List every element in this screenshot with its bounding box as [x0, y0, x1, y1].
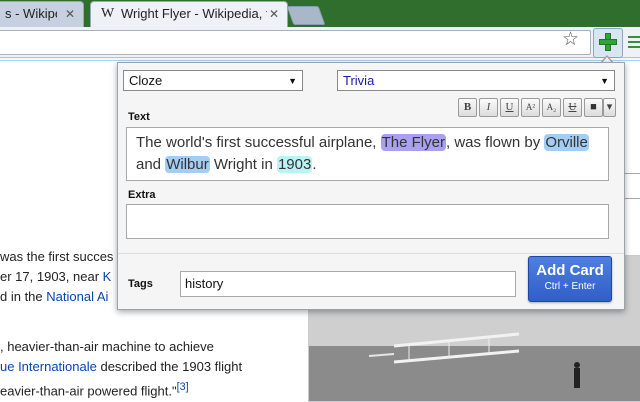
menu-icon[interactable]	[628, 36, 640, 51]
article-line: ue Internationale described the 1903 fli…	[0, 359, 243, 374]
add-card-shortcut: Ctrl + Enter	[544, 281, 596, 292]
tab-wright-flyer[interactable]: W Wright Flyer - Wikipedia, t ✕	[90, 1, 288, 28]
article-link[interactable]: National Ai	[46, 289, 108, 304]
cloze-highlight: The Flyer	[380, 134, 446, 151]
article-line: er 17, 1903, near K	[0, 269, 112, 284]
tab-strip: s - Wikiped ✕ W Wright Flyer - Wikipedia…	[0, 0, 640, 28]
tags-input[interactable]: history	[180, 271, 516, 297]
text-field[interactable]: The world's first successful airplane, T…	[126, 127, 609, 181]
anki-extension-button[interactable]	[593, 28, 623, 58]
article-line: d in the National Ai	[0, 289, 109, 304]
add-card-button[interactable]: Add Card Ctrl + Enter	[528, 256, 612, 302]
article-link[interactable]: K	[103, 269, 112, 284]
note-type-select[interactable]: Cloze ▼	[123, 70, 303, 91]
divider	[118, 253, 624, 254]
underline-button[interactable]: U	[500, 98, 519, 117]
extra-field-label: Extra	[128, 189, 156, 201]
italic-button[interactable]: I	[479, 98, 498, 117]
chevron-down-icon: ▼	[600, 76, 609, 86]
article-link[interactable]: ue Internationale	[0, 359, 97, 374]
close-icon[interactable]: ✕	[65, 2, 75, 26]
bold-button[interactable]: B	[458, 98, 477, 117]
cloze-highlight: 1903	[276, 156, 313, 173]
wikipedia-favicon-icon: W	[101, 6, 115, 21]
plus-icon	[599, 33, 617, 51]
article-line: was the first succes	[0, 249, 114, 264]
tags-label: Tags	[128, 278, 153, 290]
subscript-button[interactable]: A₂	[542, 98, 561, 117]
clear-format-button[interactable]: U	[563, 98, 582, 117]
article-line: eavier-than-air powered flight."[3]	[0, 381, 189, 399]
text-color-button[interactable]: ■	[584, 98, 603, 117]
deck-value: Trivia	[343, 73, 375, 88]
new-tab-icon[interactable]	[286, 6, 326, 25]
tab-title: s - Wikiped	[5, 6, 57, 21]
add-card-label: Add Card	[536, 262, 604, 279]
close-icon[interactable]: ✕	[269, 2, 279, 26]
anki-add-card-popup: Cloze ▼ Trivia ▼ Text B I U A² A₂ U ■ ▾ …	[117, 62, 625, 310]
note-type-value: Cloze	[129, 73, 163, 88]
superscript-button[interactable]: A²	[521, 98, 540, 117]
cloze-highlight: Orville	[544, 134, 589, 151]
address-bar[interactable]	[0, 30, 591, 55]
cloze-highlight: Wilbur	[165, 156, 210, 173]
chevron-down-icon[interactable]: ▾	[603, 98, 616, 117]
deck-select[interactable]: Trivia ▼	[337, 70, 615, 91]
article-line: , heavier-than-air machine to achieve	[0, 339, 214, 354]
chevron-down-icon: ▼	[288, 76, 297, 86]
tab-title: Wright Flyer - Wikipedia, t	[121, 6, 267, 21]
tab-wikipedia-other[interactable]: s - Wikiped ✕	[0, 1, 84, 28]
citation-link[interactable]: [3]	[177, 381, 189, 393]
browser-toolbar: ☆	[0, 27, 640, 58]
text-field-label: Text	[128, 111, 150, 123]
star-icon[interactable]: ☆	[562, 29, 579, 51]
extra-field[interactable]	[126, 204, 609, 239]
